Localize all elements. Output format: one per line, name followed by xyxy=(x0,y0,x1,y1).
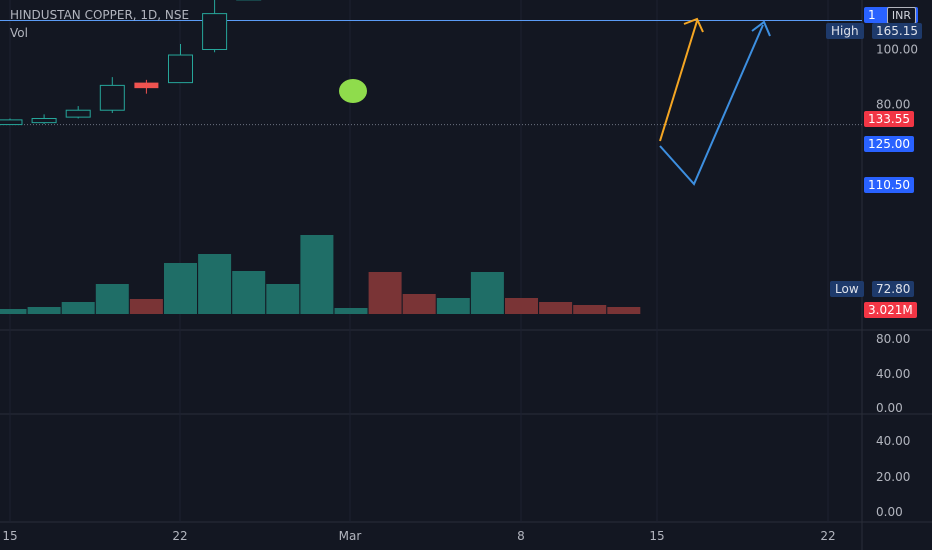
candle-body-1 xyxy=(31,118,57,124)
time-tick-4: 15 xyxy=(649,529,664,543)
currency-button[interactable]: INR xyxy=(886,7,916,24)
price-tick-3: 100.00 xyxy=(876,43,918,57)
high-label: High xyxy=(826,23,864,39)
volume-bar-9 xyxy=(300,235,334,314)
low-value: 72.80 xyxy=(872,281,915,297)
chart-canvas[interactable]: 160.00140.00120.00100.0080.0080.0040.000… xyxy=(0,0,932,550)
volume-bar-16 xyxy=(539,302,573,314)
volume-bar-8 xyxy=(266,284,300,314)
volume-bar-6 xyxy=(198,254,232,314)
last-price-tag: 133.55 xyxy=(864,111,914,127)
candle-body-5 xyxy=(168,54,193,84)
candle-body-3 xyxy=(99,84,125,111)
time-tick-2: Mar xyxy=(339,529,362,543)
volume-bar-10 xyxy=(334,308,368,314)
time-tick-1: 22 xyxy=(172,529,187,543)
time-tick-0: 15 xyxy=(2,529,17,543)
vol2-tick-2: 0.00 xyxy=(876,505,903,519)
time-tick-3: 8 xyxy=(517,529,525,543)
volume-bar-7 xyxy=(232,271,266,314)
volume-bar-3 xyxy=(95,284,129,314)
vol2-tick-0: 40.00 xyxy=(876,434,910,448)
price-tick-4: 80.00 xyxy=(876,98,910,112)
signal-marker xyxy=(339,79,367,103)
price-tick-2: 120.00 xyxy=(876,0,918,1)
volume-bar-2 xyxy=(61,302,95,314)
candle-body-2 xyxy=(65,109,91,118)
time-tick-5: 22 xyxy=(820,529,835,543)
vol1-tick-2: 0.00 xyxy=(876,401,903,415)
hline-125-tag: 125.00 xyxy=(864,136,914,152)
volume-bar-14 xyxy=(470,272,504,314)
volume-bar-15 xyxy=(505,298,538,314)
vol-indicator-label[interactable]: Vol xyxy=(10,26,28,40)
candle-body-6 xyxy=(202,13,228,51)
symbol-title: HINDUSTAN COPPER, 1D, NSE xyxy=(10,8,190,22)
vol2-tick-1: 20.00 xyxy=(876,470,910,484)
volume-bar-12 xyxy=(402,294,436,314)
volume-value-tag: 3.021M xyxy=(864,302,917,318)
orange-arrow-line xyxy=(659,20,698,142)
volume-bar-17 xyxy=(573,305,607,314)
low-label: Low xyxy=(830,281,864,297)
vol1-tick-1: 40.00 xyxy=(876,367,910,381)
volume-bar-5 xyxy=(164,263,197,314)
volume-bar-11 xyxy=(368,272,402,314)
hline-110-tag: 110.50 xyxy=(864,177,914,193)
volume-bar-1 xyxy=(27,307,61,314)
candle-body-0 xyxy=(0,119,23,126)
high-value: 165.15 xyxy=(872,23,922,39)
volume-bar-13 xyxy=(436,298,470,314)
vol1-tick-0: 80.00 xyxy=(876,332,910,346)
candle-body-4 xyxy=(134,82,159,89)
volume-bar-4 xyxy=(129,299,163,314)
volume-bar-0 xyxy=(0,309,27,314)
blue-arrow-line xyxy=(659,24,764,186)
volume-bar-18 xyxy=(607,307,641,314)
